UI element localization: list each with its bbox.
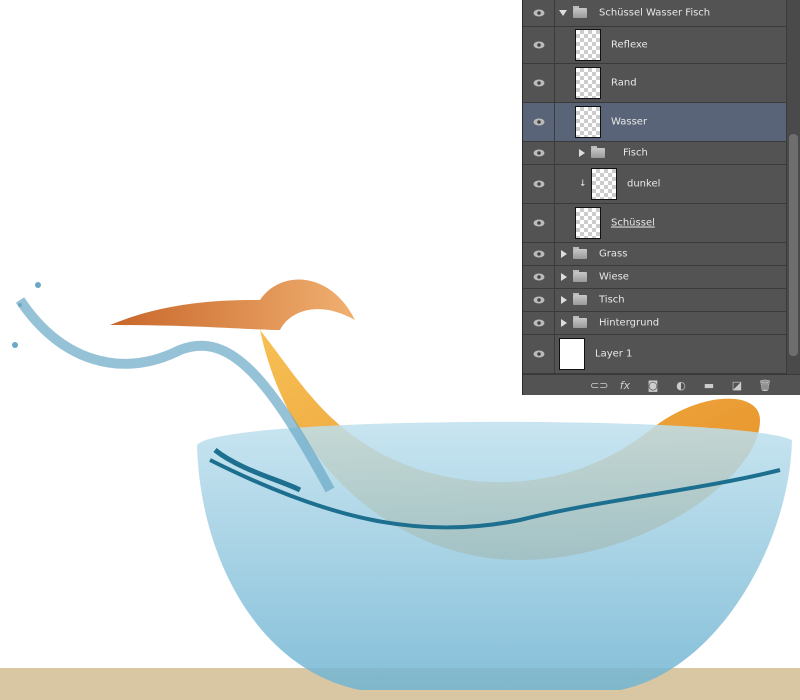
expand-right-icon[interactable] [579,149,585,157]
expand-down-icon[interactable] [559,10,567,16]
layer-name: Wasser [611,116,648,128]
folder-icon [573,316,587,328]
fish-tail [110,279,355,330]
layer-row-dunkel[interactable]: ↓ dunkel [523,165,786,204]
layer-thumbnail [575,207,601,239]
layer-row-hintergrund[interactable]: Hintergrund [523,312,786,335]
layers-footer: ⊂⊃ fx ◙ ◐ ▬ ◪ 🗑 [523,374,800,395]
expand-right-icon[interactable] [561,273,567,281]
visibility-eye-icon[interactable] [523,204,555,242]
visibility-eye-icon[interactable] [523,0,555,26]
folder-icon [573,270,587,282]
expand-right-icon[interactable] [561,250,567,258]
layer-name: Reflexe [611,39,648,51]
layer-name: Schüssel Wasser Fisch [599,7,711,19]
adjustment-layer-icon[interactable]: ◐ [674,379,688,392]
layer-row-fisch[interactable]: Fisch [523,142,786,165]
layer-name: Tisch [599,294,625,306]
layer-name: dunkel [627,178,661,190]
layer-mask-icon[interactable]: ◙ [646,379,660,392]
visibility-eye-icon[interactable] [523,142,555,164]
visibility-eye-icon[interactable] [523,64,555,102]
layer-name: Layer 1 [595,348,633,360]
layer-row-layer-1[interactable]: Layer 1 [523,335,786,374]
layer-name: Grass [599,248,628,260]
layer-row-grass[interactable]: Grass [523,243,786,266]
visibility-eye-icon[interactable] [523,103,555,141]
fx-icon[interactable]: fx [618,379,632,392]
visibility-eye-icon[interactable] [523,289,555,311]
layers-scrollbar[interactable] [786,0,800,374]
clipping-mask-icon: ↓ [579,179,587,189]
visibility-eye-icon[interactable] [523,312,555,334]
visibility-eye-icon[interactable] [523,27,555,63]
layer-row-schüssel[interactable]: Schüssel [523,204,786,243]
layer-name: Fisch [623,147,648,159]
layer-name: Hintergrund [599,317,660,329]
layer-name: Wiese [599,271,629,283]
folder-icon [573,247,587,259]
layer-row-schüssel-wasser-fisch[interactable]: Schüssel Wasser Fisch [523,0,786,27]
layer-row-tisch[interactable]: Tisch [523,289,786,312]
visibility-eye-icon[interactable] [523,165,555,203]
link-layers-icon[interactable]: ⊂⊃ [590,379,608,392]
layer-thumbnail [559,338,585,370]
bowl [197,421,792,690]
folder-icon [573,293,587,305]
new-layer-icon[interactable]: ◪ [730,379,744,392]
layer-row-wasser[interactable]: Wasser [523,103,786,142]
folder-icon [591,146,605,158]
expand-right-icon[interactable] [561,319,567,327]
visibility-eye-icon[interactable] [523,266,555,288]
folder-icon [573,6,587,18]
layers-panel: Schüssel Wasser Fisch Reflexe Rand Wasser Fi… [522,0,800,395]
visibility-eye-icon[interactable] [523,335,555,373]
scrollbar-thumb[interactable] [789,134,798,356]
layer-thumbnail [591,168,617,200]
trash-icon[interactable]: 🗑 [758,379,772,392]
layer-name: Rand [611,77,637,89]
layer-thumbnail [575,29,601,61]
layer-name: Schüssel [611,217,655,229]
new-group-icon[interactable]: ▬ [702,379,716,392]
layer-thumbnail [575,106,601,138]
layer-thumbnail [575,67,601,99]
expand-right-icon[interactable] [561,296,567,304]
layer-row-rand[interactable]: Rand [523,64,786,103]
layer-row-reflexe[interactable]: Reflexe [523,27,786,64]
visibility-eye-icon[interactable] [523,243,555,265]
layer-row-wiese[interactable]: Wiese [523,266,786,289]
